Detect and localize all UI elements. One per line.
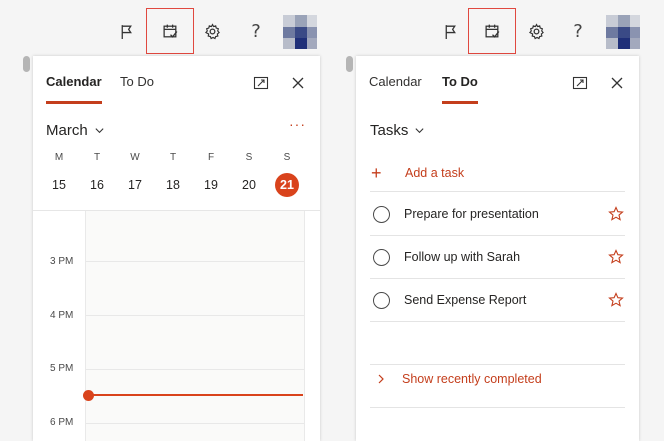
gear-icon	[204, 22, 220, 39]
day-letter: S	[245, 152, 253, 163]
top-toolbar: ?	[0, 0, 320, 56]
hour-label: 5 PM	[50, 363, 74, 374]
day-letter: F	[207, 152, 215, 163]
divider	[370, 364, 625, 365]
flag-button[interactable]	[102, 8, 150, 54]
help-button[interactable]: ?	[232, 8, 280, 54]
current-time-line	[93, 394, 303, 396]
day-number: 20	[242, 178, 256, 192]
day-letter: W	[130, 152, 140, 163]
flag-icon	[445, 24, 456, 39]
day-number: 17	[128, 178, 142, 192]
close-icon	[611, 77, 623, 89]
task-item[interactable]: Prepare for presentation	[370, 193, 625, 235]
day-letter: T	[169, 152, 177, 163]
star-icon[interactable]	[608, 206, 624, 222]
expand-icon	[572, 76, 588, 90]
show-completed-button[interactable]: Show recently completed	[376, 372, 625, 386]
task-item[interactable]: Follow up with Sarah	[370, 236, 625, 278]
my-day-button[interactable]	[146, 8, 194, 54]
task-checkbox[interactable]	[373, 248, 390, 266]
day-column[interactable]: S 20	[234, 152, 264, 197]
todo-panel: Calendar To Do Tasks + Add a task Prepar…	[356, 56, 639, 441]
gear-icon	[528, 22, 544, 39]
more-options-button[interactable]: ···	[289, 116, 306, 132]
hour-label: 3 PM	[50, 256, 74, 267]
avatar[interactable]	[606, 15, 640, 49]
day-letter: M	[54, 152, 64, 163]
divider	[370, 321, 625, 322]
task-checkbox[interactable]	[373, 205, 390, 223]
tab-calendar[interactable]: Calendar	[369, 74, 422, 89]
hour-label: 6 PM	[50, 417, 74, 428]
day-number: 18	[166, 178, 180, 192]
hour-line	[86, 423, 304, 424]
my-day-button[interactable]	[468, 8, 516, 54]
day-number: 19	[204, 178, 218, 192]
list-title: Tasks	[370, 122, 409, 139]
today-badge: 21	[275, 173, 299, 197]
hour-label: 4 PM	[50, 310, 74, 321]
day-number: 15	[52, 178, 66, 192]
chevron-down-icon	[95, 128, 104, 134]
help-icon: ?	[573, 20, 583, 42]
close-icon	[292, 77, 304, 89]
plus-icon: +	[371, 162, 382, 183]
day-column[interactable]: M 15	[44, 152, 74, 197]
close-button[interactable]	[287, 72, 309, 94]
task-title: Send Expense Report	[404, 293, 527, 307]
chevron-right-icon	[378, 374, 384, 384]
time-grid[interactable]	[85, 211, 305, 441]
help-icon: ?	[251, 20, 261, 42]
day-number: 16	[90, 178, 104, 192]
close-button[interactable]	[606, 72, 628, 94]
show-completed-label: Show recently completed	[402, 372, 542, 386]
settings-button[interactable]	[512, 8, 560, 54]
task-item[interactable]: Send Expense Report	[370, 279, 625, 321]
avatar[interactable]	[283, 15, 317, 49]
expand-button[interactable]	[569, 72, 591, 94]
task-title: Follow up with Sarah	[404, 250, 521, 264]
tab-todo[interactable]: To Do	[120, 74, 154, 89]
flag-icon	[121, 24, 132, 39]
expand-icon	[253, 76, 269, 90]
day-column[interactable]: T 16	[82, 152, 112, 197]
todo-column: ? Calendar To Do Tasks + Add a task Prep…	[334, 0, 664, 441]
divider	[370, 191, 625, 192]
day-column[interactable]: F 19	[196, 152, 226, 197]
flag-button[interactable]	[426, 8, 474, 54]
day-column[interactable]: T 18	[158, 152, 188, 197]
calendar-column: ? Calendar To Do March ··· M 15 T 16 W 1…	[0, 0, 320, 441]
day-column[interactable]: W 17	[120, 152, 150, 197]
task-title: Prepare for presentation	[404, 207, 539, 221]
add-task-label: Add a task	[405, 166, 465, 180]
tab-todo[interactable]: To Do	[442, 74, 478, 104]
calendar-check-icon	[162, 24, 177, 38]
settings-button[interactable]	[188, 8, 236, 54]
star-icon[interactable]	[608, 292, 624, 308]
month-selector[interactable]: March	[46, 122, 105, 139]
star-icon[interactable]	[608, 249, 624, 265]
hour-line	[86, 315, 304, 316]
tab-calendar[interactable]: Calendar	[46, 74, 102, 104]
task-checkbox[interactable]	[373, 291, 390, 309]
scrollbar-thumb[interactable]	[23, 56, 30, 72]
scrollbar-thumb[interactable]	[346, 56, 353, 72]
hour-line	[86, 369, 304, 370]
expand-button[interactable]	[250, 72, 272, 94]
calendar-panel: Calendar To Do March ··· M 15 T 16 W 17 T 18…	[33, 56, 320, 441]
add-task-button[interactable]: + Add a task	[371, 160, 629, 186]
hour-line	[86, 261, 304, 262]
day-letter: S	[283, 152, 291, 163]
divider	[370, 407, 625, 408]
calendar-check-icon	[484, 24, 499, 38]
day-column-today[interactable]: S 21	[272, 152, 302, 197]
list-selector[interactable]: Tasks	[370, 122, 425, 139]
month-label: March	[46, 122, 88, 139]
chevron-down-icon	[415, 128, 424, 134]
day-letter: T	[93, 152, 101, 163]
top-toolbar: ?	[334, 0, 664, 56]
help-button[interactable]: ?	[554, 8, 602, 54]
